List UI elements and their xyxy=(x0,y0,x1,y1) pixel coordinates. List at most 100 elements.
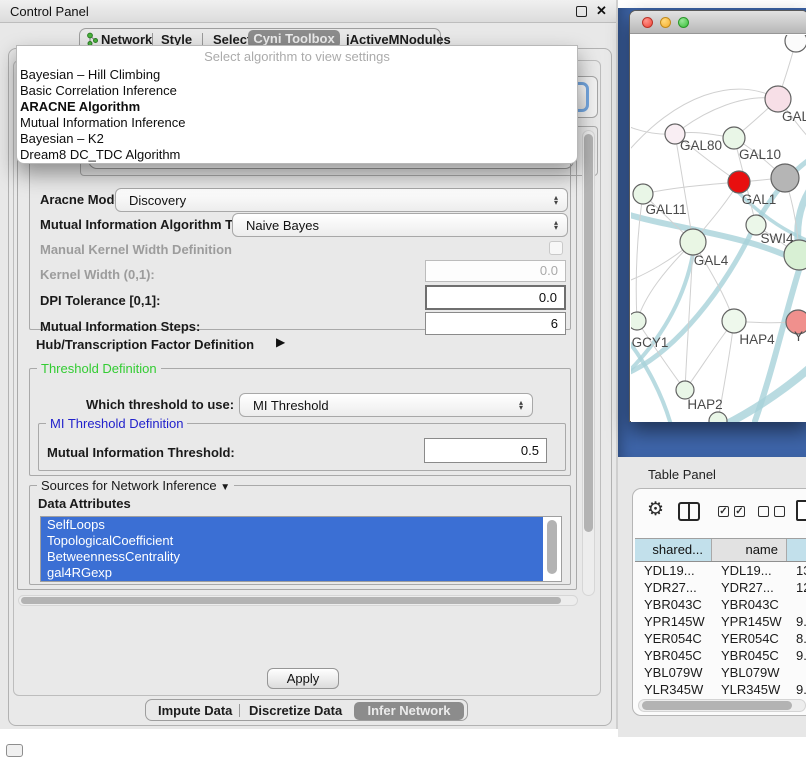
table-cell: YBL079W xyxy=(712,664,787,681)
network-edge[interactable] xyxy=(643,182,739,194)
tab-discretize-data[interactable]: Discretize Data xyxy=(249,703,342,719)
table-hscrollbar[interactable] xyxy=(638,699,806,712)
column-header[interactable]: A xyxy=(787,539,806,561)
mi-threshold-label: Mutual Information Threshold: xyxy=(47,440,235,465)
settings-hscrollbar-thumb[interactable] xyxy=(21,597,561,604)
hub-expand-icon[interactable]: ▶ xyxy=(276,335,285,349)
page: Control Panel ✕ Network Style Select Cyn… xyxy=(0,0,806,762)
network-edge[interactable] xyxy=(685,321,734,390)
network-node[interactable] xyxy=(633,184,653,204)
tab-separator xyxy=(239,704,240,717)
tab-impute-data[interactable]: Impute Data xyxy=(158,703,232,719)
network-node[interactable] xyxy=(728,171,750,193)
mi-threshold-group: MI Threshold Definition Mutual Informati… xyxy=(38,423,566,471)
gear-icon[interactable]: ⚙ xyxy=(647,498,664,521)
network-edge[interactable] xyxy=(675,98,778,134)
settings-hscrollbar[interactable] xyxy=(18,595,578,606)
network-node-label: GAL11 xyxy=(645,202,686,217)
network-node[interactable] xyxy=(709,412,727,422)
attributes-vscrollbar-thumb[interactable] xyxy=(547,520,557,574)
network-canvas[interactable]: GAL7GAL80GAL10GAL1GAL11SWI4GAL4GCY1HAP4Y… xyxy=(631,35,806,422)
page-icon[interactable] xyxy=(796,500,806,521)
sources-collapse-icon[interactable]: ▼ xyxy=(220,482,230,493)
network-node[interactable] xyxy=(631,312,646,330)
table-row[interactable]: YER054CYER054C8. xyxy=(635,630,806,647)
algorithm-popup-item[interactable]: Bayesian – K2 xyxy=(19,131,575,147)
table-cell: 12 xyxy=(787,579,806,596)
table-cell: YBR043C xyxy=(635,596,712,613)
split-columns-icon[interactable] xyxy=(678,502,700,521)
data-attribute-item[interactable]: SelfLoops xyxy=(41,517,543,533)
manual-kernel-checkbox[interactable] xyxy=(549,241,563,255)
table-row[interactable]: YBR045CYBR045C9. xyxy=(635,647,806,664)
algorithm-popup-item[interactable]: Mutual Information Inference xyxy=(19,115,575,131)
network-node[interactable] xyxy=(723,127,745,149)
table-cell: 13 xyxy=(787,562,806,579)
network-node[interactable] xyxy=(785,35,806,52)
settings-vscrollbar-thumb[interactable] xyxy=(584,134,593,532)
algorithm-popup: Select algorithm to view settings Bayesi… xyxy=(16,45,578,164)
data-attributes-label: Data Attributes xyxy=(38,496,131,511)
mi-steps-field[interactable]: 6 xyxy=(425,312,566,335)
kernel-width-label: Kernel Width (0,1): xyxy=(40,264,155,286)
algorithm-popup-item[interactable]: Basic Correlation Inference xyxy=(19,83,575,99)
network-window-titlebar[interactable] xyxy=(630,11,806,34)
table-row[interactable]: YDL19...YDL19...13 xyxy=(635,562,806,579)
control-panel: Control Panel ✕ Network Style Select Cyn… xyxy=(0,0,618,729)
mi-threshold-field[interactable]: 0.5 xyxy=(424,438,547,463)
close-panel-icon[interactable]: ✕ xyxy=(596,3,607,19)
mi-threshold-group-title: MI Threshold Definition xyxy=(46,416,187,431)
table-cell: YDL19... xyxy=(712,562,787,579)
table-cell: YBL079W xyxy=(635,664,712,681)
network-node[interactable] xyxy=(722,309,746,333)
data-attribute-item[interactable]: TopologicalCoefficient xyxy=(41,533,543,549)
column-header[interactable]: shared... xyxy=(635,539,712,561)
network-node[interactable] xyxy=(680,229,706,255)
bottom-tab-bar: Impute Data Discretize Data Infer Networ… xyxy=(145,699,468,721)
deselect-checkboxes-icon[interactable] xyxy=(758,506,788,518)
select-all-checkboxes-icon[interactable]: ✓✓ xyxy=(718,506,748,518)
table-cell: YBR043C xyxy=(712,596,787,613)
float-panel-icon[interactable] xyxy=(576,6,587,17)
threshold-definition-title: Threshold Definition xyxy=(37,361,161,376)
apply-button[interactable]: Apply xyxy=(267,668,339,689)
kernel-width-field[interactable]: 0.0 xyxy=(425,260,566,282)
manual-kernel-label: Manual Kernel Width Definition xyxy=(40,242,232,257)
combo-spinner-icon: ▴▾ xyxy=(514,400,528,410)
network-node-label: GCY1 xyxy=(632,335,669,350)
traffic-zoom-icon[interactable] xyxy=(678,17,689,28)
mi-algorithm-type-label: Mutual Information Algorithm Type: xyxy=(40,213,259,237)
settings-vscrollbar[interactable] xyxy=(582,130,595,596)
combo-spinner-icon: ▴▾ xyxy=(549,220,563,230)
traffic-minimize-icon[interactable] xyxy=(660,17,671,28)
table-row[interactable]: YLR345WYLR345W9. xyxy=(635,681,806,698)
column-header[interactable]: name xyxy=(712,539,787,561)
table-row[interactable]: YBR043CYBR043C xyxy=(635,596,806,613)
network-node-label: HAP4 xyxy=(739,332,775,347)
data-attribute-item[interactable]: BetweennessCentrality xyxy=(41,549,543,565)
dpi-tolerance-field[interactable]: 0.0 xyxy=(425,285,566,310)
node-table: shared...nameAYDL19...YDL19...13YDR27...… xyxy=(635,538,806,715)
traffic-close-icon[interactable] xyxy=(642,17,653,28)
which-threshold-combo[interactable]: MI Threshold ▴▾ xyxy=(239,393,533,417)
sources-group-title: Sources for Network Inference ▼ xyxy=(37,478,234,493)
combo-spinner-icon: ▴▾ xyxy=(549,195,563,205)
bottom-left-icon[interactable] xyxy=(6,744,23,757)
network-window[interactable]: GAL7GAL80GAL10GAL1GAL11SWI4GAL4GCY1HAP4Y… xyxy=(629,10,806,422)
hub-section-label: Hub/Transcription Factor Definition xyxy=(36,337,254,352)
aracne-mode-combo[interactable]: Discovery ▴▾ xyxy=(115,188,568,212)
data-attribute-item[interactable]: gal4RGexp xyxy=(41,565,543,581)
mi-algorithm-type-combo[interactable]: Naive Bayes ▴▾ xyxy=(232,213,568,237)
algorithm-popup-item[interactable]: Bayesian – Hill Climbing xyxy=(19,67,575,83)
table-row[interactable]: YBL079WYBL079W xyxy=(635,664,806,681)
network-node[interactable] xyxy=(771,164,799,192)
algorithm-popup-item[interactable]: ARACNE Algorithm xyxy=(19,99,575,115)
network-edge[interactable] xyxy=(636,194,643,321)
table-row[interactable]: YDR27...YDR27...12 xyxy=(635,579,806,596)
table-hscrollbar-thumb[interactable] xyxy=(642,701,792,710)
algorithm-popup-item[interactable]: Dream8 DC_TDC Algorithm xyxy=(19,147,575,163)
table-row[interactable]: YPR145WYPR145W9. xyxy=(635,613,806,630)
table-cell: YER054C xyxy=(635,630,712,647)
data-attributes-list[interactable]: SelfLoopsTopologicalCoefficientBetweenne… xyxy=(40,516,562,582)
tab-infer-network[interactable]: Infer Network xyxy=(354,702,464,720)
